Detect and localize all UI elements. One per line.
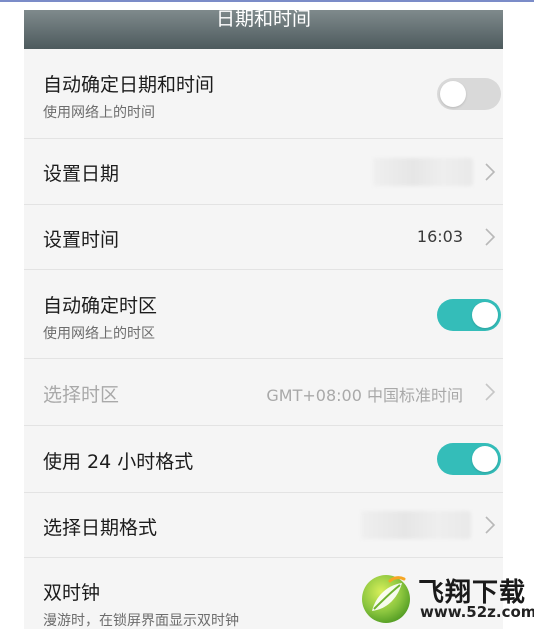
setting-dual-clock-subtitle: 漫游时，在锁屏界面显示双时钟 [43,613,239,629]
setting-set-time[interactable]: 设置时间 16:03 [24,205,503,269]
setting-auto-timezone[interactable]: 自动确定时区 使用网络上的时区 [24,270,503,358]
setting-set-time-label: 设置时间 [43,229,120,251]
setting-use-24h-label: 使用 24 小时格式 [43,451,194,473]
setting-select-timezone-label: 选择时区 [43,384,120,406]
setting-set-date[interactable]: 设置日期 [24,139,503,204]
toggle-knob [472,302,498,328]
date-value-blurred [373,158,473,186]
setting-set-date-label: 设置日期 [43,163,120,185]
setting-auto-datetime-subtitle: 使用网络上的时间 [43,105,155,121]
title-bar: 日期和时间 [24,10,503,49]
top-border-line [0,0,534,2]
setting-date-format[interactable]: 选择日期格式 [24,493,503,557]
watermark-url: www.52z.com [420,603,534,621]
setting-dual-clock-label: 双时钟 [43,582,101,604]
chevron-right-icon [485,516,496,534]
auto-timezone-toggle[interactable] [437,299,501,331]
leaf-logo-icon [362,575,410,623]
screenshot-frame: 日期和时间 自动确定日期和时间 使用网络上的时间 设置日期 设置时间 16:03 [0,0,534,629]
setting-select-timezone-value: GMT+08:00 中国标准时间 [266,386,463,405]
setting-select-timezone: 选择时区 GMT+08:00 中国标准时间 [24,359,503,425]
setting-auto-datetime-label: 自动确定日期和时间 [43,74,215,96]
chevron-right-icon [485,383,496,401]
toggle-knob [472,446,498,472]
phone-screen: 日期和时间 自动确定日期和时间 使用网络上的时间 设置日期 设置时间 16:03 [24,10,503,629]
toggle-knob [440,81,466,107]
site-watermark: 飞翔下载 www.52z.com [358,570,534,629]
setting-auto-datetime[interactable]: 自动确定日期和时间 使用网络上的时间 [24,49,503,138]
date-format-value-blurred [361,511,471,539]
chevron-right-icon [485,163,496,181]
use-24h-toggle[interactable] [437,443,501,475]
setting-date-format-label: 选择日期格式 [43,517,158,539]
setting-use-24h[interactable]: 使用 24 小时格式 [24,426,503,492]
auto-datetime-toggle[interactable] [437,78,501,110]
chevron-right-icon [485,228,496,246]
setting-auto-timezone-label: 自动确定时区 [43,295,158,317]
setting-auto-timezone-subtitle: 使用网络上的时区 [43,326,155,342]
setting-set-time-value: 16:03 [416,227,463,246]
page-title: 日期和时间 [215,10,311,30]
